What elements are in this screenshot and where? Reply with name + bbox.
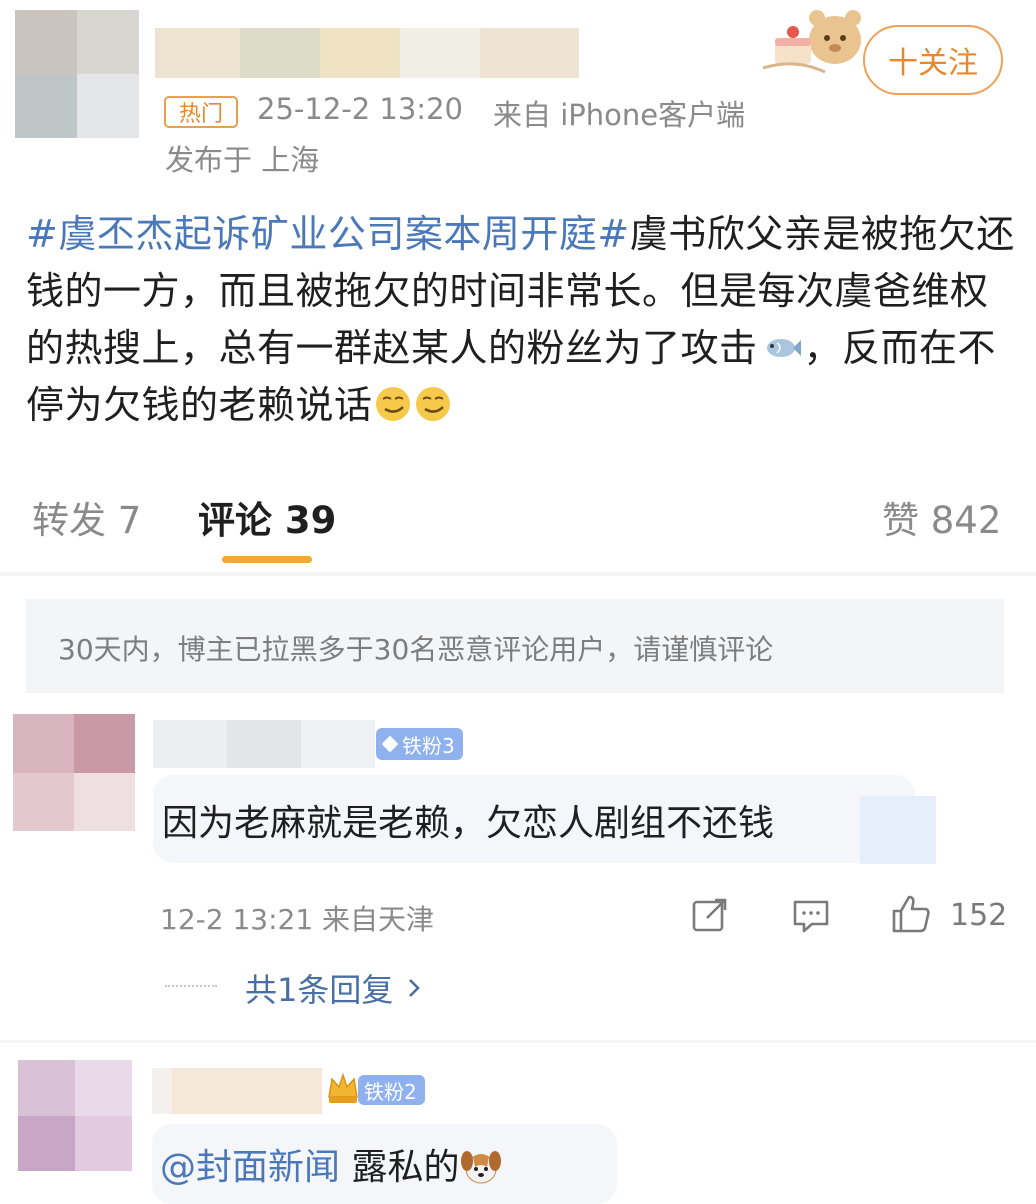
crown-icon bbox=[328, 1072, 358, 1103]
view-replies-link[interactable]: 共1条回复 bbox=[245, 965, 421, 1011]
post-timestamp: 25-12-2 13:20 bbox=[257, 92, 463, 126]
post-location: 发布于 上海 bbox=[165, 143, 320, 177]
comment-time-location: 12-2 13:21 来自天津 bbox=[160, 903, 435, 936]
commenter-avatar[interactable] bbox=[18, 1060, 132, 1171]
tab-repost[interactable]: 转发 7 bbox=[32, 490, 141, 544]
follow-button[interactable]: 十关注 bbox=[863, 25, 1003, 95]
tab-comments[interactable]: 评论 39 bbox=[198, 490, 336, 544]
share-icon[interactable] bbox=[691, 896, 729, 934]
hot-tag: 热门 bbox=[164, 96, 238, 128]
like-count: 152 bbox=[950, 898, 1008, 933]
chevron-right-icon bbox=[409, 979, 421, 997]
commenter-avatar[interactable] bbox=[13, 714, 135, 831]
fan-level-badge: 铁粉3 bbox=[376, 728, 463, 760]
post-body: #虞丕杰起诉矿业公司案本周开庭#虞书欣父亲是被拖欠还钱的一方，而且被拖欠的时间非… bbox=[26, 206, 1016, 434]
active-tab-indicator bbox=[222, 556, 312, 563]
comment-icon[interactable] bbox=[792, 898, 830, 934]
reply-divider-dots bbox=[165, 985, 217, 987]
comment-text: 因为老麻就是老赖，欠恋人剧组不还钱 bbox=[162, 803, 775, 844]
comment-separator bbox=[0, 1040, 1036, 1043]
diamond-icon bbox=[381, 735, 399, 753]
poster-avatar[interactable] bbox=[15, 10, 139, 138]
like-icon[interactable] bbox=[890, 893, 932, 935]
comment-notice-text: 30天内，博主已拉黑多于30名恶意评论用户，请谨慎评论 bbox=[58, 633, 774, 666]
comment-text: @封面新闻 露私的 bbox=[160, 1138, 503, 1190]
post-source: 来自 iPhone客户端 bbox=[493, 98, 746, 132]
smirk-icon bbox=[375, 387, 410, 421]
bear-sticker-decoration bbox=[762, 10, 861, 74]
commenter-username[interactable] bbox=[152, 1068, 322, 1114]
topic-link[interactable]: #虞丕杰起诉矿业公司案本周开庭# bbox=[26, 212, 630, 256]
dog-emoji-icon bbox=[461, 1151, 502, 1184]
fan-level-badge: 铁粉2 bbox=[358, 1075, 425, 1105]
blurred-image-thumbnail[interactable] bbox=[860, 796, 936, 864]
fish-icon bbox=[766, 339, 801, 357]
tab-likes[interactable]: 赞 842 bbox=[882, 490, 1001, 544]
mention-link[interactable]: @封面新闻 bbox=[160, 1147, 340, 1188]
smirk-icon bbox=[415, 387, 450, 421]
commenter-username[interactable] bbox=[153, 720, 375, 768]
poster-username[interactable] bbox=[155, 28, 579, 78]
section-divider bbox=[0, 572, 1036, 576]
